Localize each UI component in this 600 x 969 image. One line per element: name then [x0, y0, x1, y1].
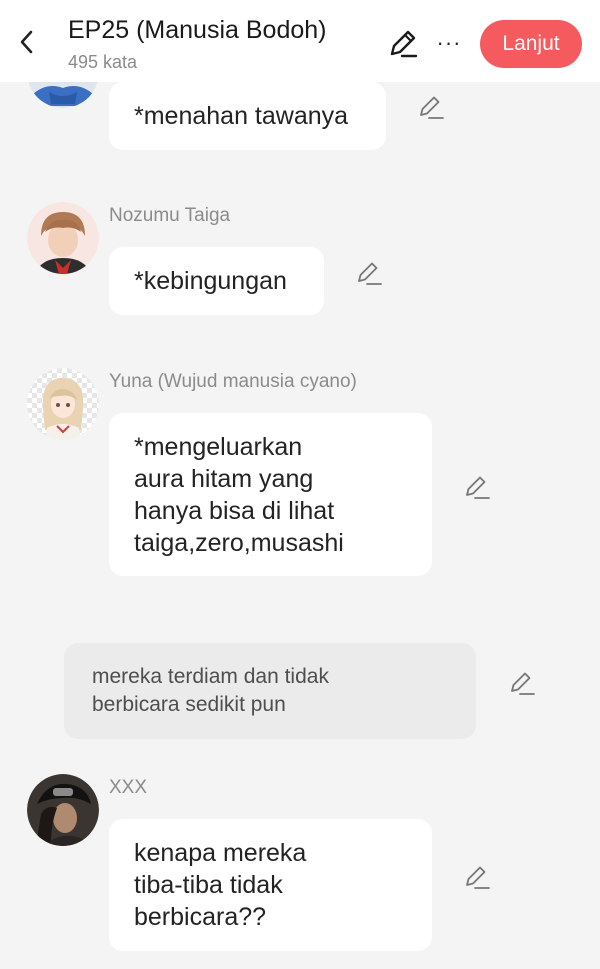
edit-message-icon[interactable] [508, 669, 536, 697]
message-bubble[interactable]: *mengeluarkan aura hitam yang hanya bisa… [109, 413, 432, 576]
message-text: *mengeluarkan aura hitam yang hanya bisa… [134, 432, 344, 557]
next-button[interactable]: Lanjut [480, 20, 582, 68]
speaker-name: Nozumu Taiga [109, 205, 231, 226]
back-button[interactable] [12, 24, 42, 60]
message-text: *menahan tawanya [134, 102, 349, 130]
edit-message-icon[interactable] [355, 259, 383, 287]
more-dots-icon: ··· [436, 30, 462, 55]
pencil-icon [390, 30, 418, 58]
avatar[interactable] [27, 368, 99, 440]
speaker-name: XXX [109, 777, 148, 798]
edit-message-icon[interactable] [463, 473, 491, 501]
narration-bubble[interactable]: mereka terdiam dan tidak berbicara sedik… [64, 643, 476, 739]
edit-message-icon[interactable] [463, 863, 491, 891]
message-text: *kebingungan [134, 267, 287, 295]
message-bubble[interactable]: kenapa mereka tiba-tiba tidak berbicara?… [109, 819, 432, 951]
more-options-button[interactable]: ··· [432, 26, 466, 60]
narration-text: mereka terdiam dan tidak berbicara sedik… [92, 665, 329, 716]
message-bubble[interactable]: *kebingungan [109, 247, 324, 315]
edit-message-icon[interactable] [417, 93, 445, 121]
chevron-left-icon [20, 30, 33, 54]
edit-title-button[interactable] [386, 26, 420, 60]
speaker-name: Yuna (Wujud manusia cyano) [109, 371, 357, 392]
message-text: kenapa mereka tiba-tiba tidak berbicara?… [134, 839, 307, 931]
avatar[interactable] [27, 774, 99, 846]
top-bar: EP25 (Manusia Bodoh) 495 kata ··· Lanjut [0, 0, 600, 82]
message-bubble[interactable]: *menahan tawanya [109, 82, 386, 150]
avatar[interactable] [27, 202, 99, 274]
word-count: 495 kata [68, 52, 138, 72]
page-title: EP25 (Manusia Bodoh) [68, 16, 327, 44]
